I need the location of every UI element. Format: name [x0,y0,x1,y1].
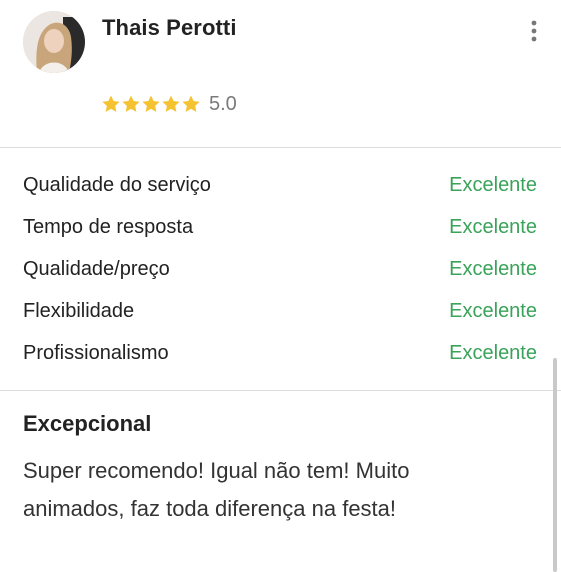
criterion-value: Excelente [449,257,537,280]
avatar[interactable] [23,11,85,73]
divider [0,390,561,391]
rating-row: 5.0 [101,92,237,116]
star-icon [142,95,160,112]
criterion-row: Profissionalismo Excelente [23,332,537,374]
star-icon [182,95,200,112]
star-icon [122,95,140,112]
divider [0,147,561,148]
criterion-label: Qualidade do serviço [23,173,211,196]
avatar-photo [23,11,85,73]
star-icon [102,95,120,112]
star-rating [101,94,201,114]
criterion-label: Tempo de resposta [23,215,194,238]
rating-score: 5.0 [209,93,237,115]
criterion-row: Flexibilidade Excelente [23,290,537,332]
review-card: Thais Perotti 5.0 Qualidade do serviço Ex… [0,0,561,572]
criterion-label: Flexibilidade [23,299,135,322]
criterion-label: Profissionalismo [23,341,169,364]
scrollbar[interactable] [553,358,557,572]
more-vertical-icon [531,20,537,42]
criterion-value: Excelente [449,341,537,364]
criterion-row: Tempo de resposta Excelente [23,206,537,248]
reviewer-name: Thais Perotti [102,15,237,40]
review-title: Excepcional [23,411,152,436]
review-text: Super recomendo! Igual não tem! Muito an… [23,458,410,521]
criteria-list: Qualidade do serviço Excelente Tempo de re… [23,164,537,374]
star-icon [162,95,180,112]
criterion-row: Qualidade do serviço Excelente [23,164,537,206]
more-options-button[interactable] [522,16,546,46]
criterion-value: Excelente [449,299,537,322]
criterion-row: Qualidade/preço Excelente [23,248,537,290]
criterion-value: Excelente [449,173,537,196]
criterion-value: Excelente [449,215,537,238]
criterion-label: Qualidade/preço [23,257,170,280]
